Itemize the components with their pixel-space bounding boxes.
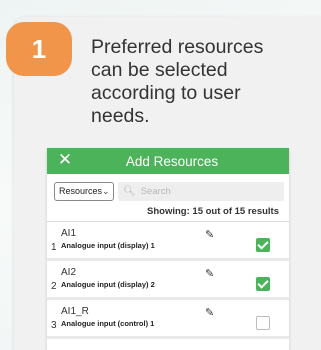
resource-description: Analogue input (display) 1 xyxy=(61,241,155,250)
pencil-icon[interactable]: ✎ xyxy=(205,306,214,319)
row-index: 1 xyxy=(51,242,57,253)
add-resources-dialog: ✕ Add Resources Resources ⌄ 🔍︎ Showing: … xyxy=(47,148,289,350)
pencil-icon[interactable]: ✎ xyxy=(205,228,214,241)
list-item: 1 AI1 Analogue input (display) 1 ✎ xyxy=(47,222,289,261)
filter-row: Resources ⌄ 🔍︎ xyxy=(47,174,289,202)
chevron-down-icon: ⌄ xyxy=(102,185,110,196)
resource-name: AI1 xyxy=(61,228,77,239)
caption-text: Preferred resources can be selected acco… xyxy=(91,36,264,127)
row-index: 2 xyxy=(51,281,57,292)
resource-type-value: Resources xyxy=(59,186,103,196)
results-count: Showing: 15 out of 15 results xyxy=(47,202,289,222)
search-icon: 🔍︎ xyxy=(123,185,136,197)
select-checkbox[interactable] xyxy=(256,277,270,291)
list-item: 3 AI1_R Analogue input (control) 1 ✎ xyxy=(47,300,289,339)
resource-name: AI1_R xyxy=(61,306,89,317)
step-number-badge: 1 xyxy=(6,22,72,76)
page: 1 Preferred resources can be selected ac… xyxy=(0,0,321,350)
select-checkbox[interactable] xyxy=(256,238,270,252)
row-index: 3 xyxy=(51,320,57,331)
resource-description: Analogue input (display) 2 xyxy=(61,280,155,289)
list-item: 2 AI2 Analogue input (display) 2 ✎ xyxy=(47,261,289,300)
dialog-header: ✕ Add Resources xyxy=(47,148,289,174)
search-box: 🔍︎ xyxy=(118,181,284,201)
resource-description: Analogue input (control) 1 xyxy=(61,319,155,328)
close-icon[interactable]: ✕ xyxy=(57,151,73,169)
dialog-title: Add Resources xyxy=(125,153,219,169)
search-input[interactable] xyxy=(140,185,281,197)
resource-type-select[interactable]: Resources ⌄ xyxy=(54,181,114,201)
select-checkbox[interactable] xyxy=(256,316,270,330)
pencil-icon[interactable]: ✎ xyxy=(205,267,214,280)
resource-name: AI2 xyxy=(61,267,77,278)
resource-list: 1 AI1 Analogue input (display) 1 ✎ 2 AI2… xyxy=(47,222,289,339)
